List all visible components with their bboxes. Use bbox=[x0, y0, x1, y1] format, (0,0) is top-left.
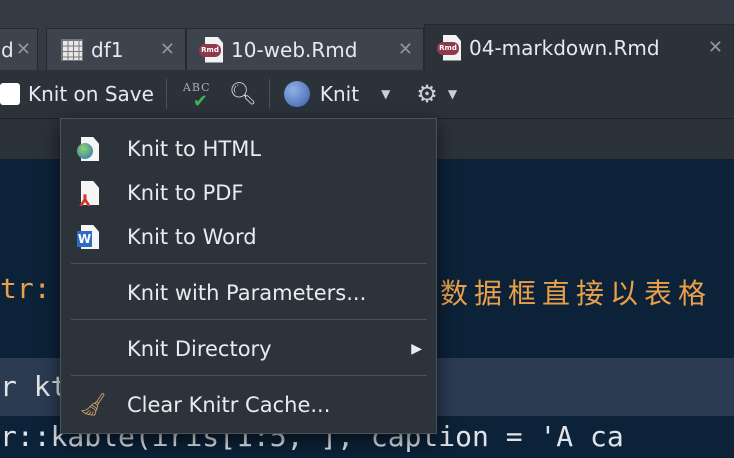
close-icon[interactable]: ✕ bbox=[398, 39, 413, 60]
menu-separator bbox=[71, 375, 427, 376]
close-icon[interactable]: ✕ bbox=[16, 39, 31, 60]
menu-item-knit-to-pdf[interactable]: ⅄ Knit to PDF bbox=[61, 171, 436, 215]
toolbar-separator bbox=[268, 79, 270, 109]
tab-label: d bbox=[1, 37, 14, 62]
tab-04-markdown-rmd[interactable]: Rmd 04-markdown.Rmd ✕ bbox=[424, 24, 734, 70]
knit-on-save-label[interactable]: Knit on Save bbox=[28, 82, 154, 106]
menu-separator bbox=[71, 319, 427, 320]
tab-label: 04-markdown.Rmd bbox=[469, 35, 660, 60]
tab-10-web-rmd[interactable]: Rmd 10-web.Rmd ✕ bbox=[186, 28, 424, 70]
menu-item-knit-with-parameters[interactable]: Knit with Parameters... bbox=[61, 271, 436, 315]
code-line-chinese-text: 数据框直接以表格 bbox=[440, 277, 713, 310]
knit-on-save-checkbox[interactable] bbox=[0, 83, 20, 105]
editor-toolbar: Knit on Save ABC ✔ 🔍︎ Knit ▼ ⚙ ▼ bbox=[0, 70, 734, 119]
rmd-file-icon: Rmd bbox=[199, 36, 223, 63]
editor-tab-strip: d ✕ df1 ✕ Rmd 10-web.Rmd ✕ Rmd 04-markdo… bbox=[0, 0, 734, 70]
gear-icon[interactable]: ⚙ bbox=[416, 80, 438, 108]
code-line[interactable]: r kt bbox=[0, 370, 67, 403]
menu-item-knit-to-word[interactable]: W Knit to Word bbox=[61, 215, 436, 259]
data-grid-icon bbox=[61, 38, 83, 61]
close-icon[interactable]: ✕ bbox=[708, 37, 723, 58]
spellcheck-icon[interactable]: ABC ✔ bbox=[183, 77, 219, 112]
menu-item-clear-knitr-cache[interactable]: 🧹︎ Clear Knitr Cache... bbox=[61, 383, 436, 427]
knit-button[interactable]: Knit bbox=[320, 82, 359, 106]
pdf-icon: ⅄ bbox=[77, 181, 103, 210]
tab-df1[interactable]: df1 ✕ bbox=[46, 28, 186, 70]
toolbar-separator bbox=[165, 79, 167, 109]
code-line[interactable]: tr: bbox=[0, 272, 51, 305]
tab-label: df1 bbox=[91, 37, 124, 62]
rmd-file-icon: Rmd bbox=[437, 34, 461, 61]
html-globe-icon bbox=[77, 137, 103, 163]
tab-label: 10-web.Rmd bbox=[231, 37, 358, 62]
word-icon: W bbox=[77, 225, 103, 251]
broom-icon: 🧹︎ bbox=[79, 393, 107, 418]
knit-dropdown-menu: Knit to HTML ⅄ Knit to PDF W Knit to Wor… bbox=[60, 118, 437, 434]
knit-yarn-icon[interactable] bbox=[283, 81, 310, 107]
chevron-down-icon[interactable]: ▼ bbox=[381, 87, 390, 101]
menu-item-knit-to-html[interactable]: Knit to HTML bbox=[61, 127, 436, 171]
menu-separator bbox=[71, 263, 427, 264]
chevron-down-icon[interactable]: ▼ bbox=[448, 87, 457, 101]
submenu-arrow-icon: ▶ bbox=[411, 341, 422, 357]
search-icon[interactable]: 🔍︎ bbox=[229, 82, 257, 107]
tab-partial[interactable]: d ✕ bbox=[0, 28, 38, 70]
menu-item-knit-directory[interactable]: Knit Directory ▶ bbox=[61, 327, 436, 371]
close-icon[interactable]: ✕ bbox=[160, 39, 175, 60]
